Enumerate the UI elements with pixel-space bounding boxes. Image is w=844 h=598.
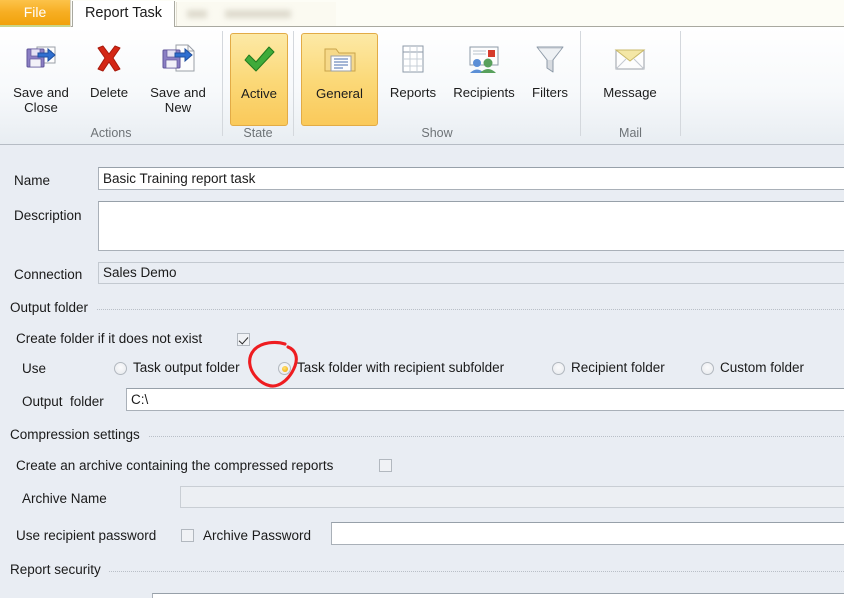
ribbon-button-recipients[interactable]: Recipients — [446, 33, 522, 133]
output-folder-section-header: Output folder — [10, 300, 844, 318]
section-rule — [10, 571, 844, 572]
ribbon-group-show-label: Show — [421, 126, 453, 140]
description-input[interactable] — [98, 201, 844, 251]
ribbon-button-active[interactable]: Active — [230, 33, 288, 126]
radio-task-folder-with-recipient-subfolder-label[interactable]: Task folder with recipient subfolder — [297, 360, 504, 375]
ribbon-group-actions-label: Actions — [90, 126, 132, 140]
archive-password-label: Archive Password — [203, 528, 312, 543]
ribbon-button-save-and-close[interactable]: Save and Close — [6, 33, 76, 133]
tab-file[interactable]: File — [0, 0, 71, 27]
ribbon-group-mail: Message Mail — [581, 27, 680, 144]
report-security-clipped-input[interactable] — [152, 593, 844, 598]
use-label: Use — [22, 361, 47, 376]
ribbon-group-state: Active State — [223, 27, 293, 144]
ribbon-button-save-and-new[interactable]: Save and New — [142, 33, 214, 133]
compression-settings-section-title: Compression settings — [10, 427, 148, 442]
use-recipient-password-label: Use recipient password — [16, 528, 157, 543]
ribbon-button-active-label: Active — [241, 86, 277, 101]
report-security-section-header: Report security — [10, 562, 844, 580]
ribbon-group-mail-label: Mail — [619, 126, 642, 140]
archive-name-input[interactable] — [180, 486, 844, 508]
ribbon: Save and Close Delete Save and New Actio… — [0, 27, 844, 145]
ribbon-button-reports-label: Reports — [389, 85, 437, 100]
radio-custom-folder[interactable] — [701, 362, 714, 375]
ribbon-button-filters[interactable]: Filters — [524, 33, 576, 133]
blurred-text-b — [225, 10, 291, 18]
name-label: Name — [14, 173, 51, 188]
ribbon-group-show: General Reports Recipients Filters Show — [294, 27, 580, 144]
connection-value: Sales Demo — [98, 262, 844, 284]
use-recipient-password-checkbox[interactable] — [181, 529, 194, 542]
envelope-icon — [610, 39, 650, 79]
save-arrow-icon — [21, 39, 61, 79]
create-archive-checkbox[interactable] — [379, 459, 392, 472]
funnel-icon — [530, 39, 570, 79]
ribbon-button-save-and-close-label: Save and Close — [13, 85, 69, 115]
description-label: Description — [14, 208, 82, 223]
output-folder-section-title: Output folder — [10, 300, 97, 315]
contacts-card-icon — [464, 39, 504, 79]
connection-label: Connection — [14, 267, 83, 282]
output-folder-path-input[interactable] — [126, 388, 844, 411]
archive-name-label: Archive Name — [22, 491, 107, 506]
section-rule — [10, 309, 844, 310]
ribbon-button-delete[interactable]: Delete — [80, 33, 138, 133]
ribbon-button-general-label: General — [316, 86, 363, 101]
ribbon-button-reports[interactable]: Reports — [382, 33, 444, 133]
ribbon-button-message-label: Message — [603, 85, 657, 100]
radio-recipient-folder-label[interactable]: Recipient folder — [571, 360, 665, 375]
radio-task-output-folder-label[interactable]: Task output folder — [133, 360, 240, 375]
radio-recipient-folder[interactable] — [552, 362, 565, 375]
archive-password-input[interactable] — [331, 522, 844, 545]
ribbon-group-state-label: State — [243, 126, 273, 140]
name-input[interactable] — [98, 167, 844, 190]
report-security-section-title: Report security — [10, 562, 109, 577]
ribbon-button-general[interactable]: General — [301, 33, 378, 126]
ribbon-separator-4 — [680, 31, 681, 136]
ribbon-button-delete-label: Delete — [89, 85, 129, 100]
ribbon-button-filters-label: Filters — [532, 85, 568, 100]
blurred-text-a — [187, 10, 207, 18]
ribbon-button-recipients-label: Recipients — [453, 85, 515, 100]
create-folder-label: Create folder if it does not exist — [16, 331, 203, 346]
ribbon-button-save-and-new-label: Save and New — [150, 85, 206, 115]
create-folder-checkbox[interactable] — [237, 333, 250, 346]
radio-task-output-folder[interactable] — [114, 362, 127, 375]
report-task-window: File Report Task Save and Close Delete S… — [0, 0, 844, 598]
output-folder-path-label: Output folder — [22, 394, 104, 409]
save-new-icon — [158, 39, 198, 79]
folder-document-icon — [320, 40, 360, 80]
radio-custom-folder-label[interactable]: Custom folder — [720, 360, 804, 375]
compression-settings-section-header: Compression settings — [10, 427, 844, 445]
ribbon-group-actions: Save and Close Delete Save and New Actio… — [0, 27, 222, 144]
create-archive-label: Create an archive containing the compres… — [16, 458, 334, 473]
ribbon-button-message[interactable]: Message — [591, 33, 669, 133]
ribbon-tab-strip: File Report Task — [0, 0, 844, 27]
red-x-icon — [89, 39, 129, 79]
table-grid-icon — [393, 39, 433, 79]
general-form-panel: Name Description Connection Sales Demo O… — [0, 145, 844, 598]
tab-blurred[interactable] — [176, 2, 336, 26]
radio-task-folder-with-recipient-subfolder[interactable] — [278, 362, 291, 375]
green-check-icon — [239, 40, 279, 80]
tab-report-task[interactable]: Report Task — [72, 1, 175, 27]
